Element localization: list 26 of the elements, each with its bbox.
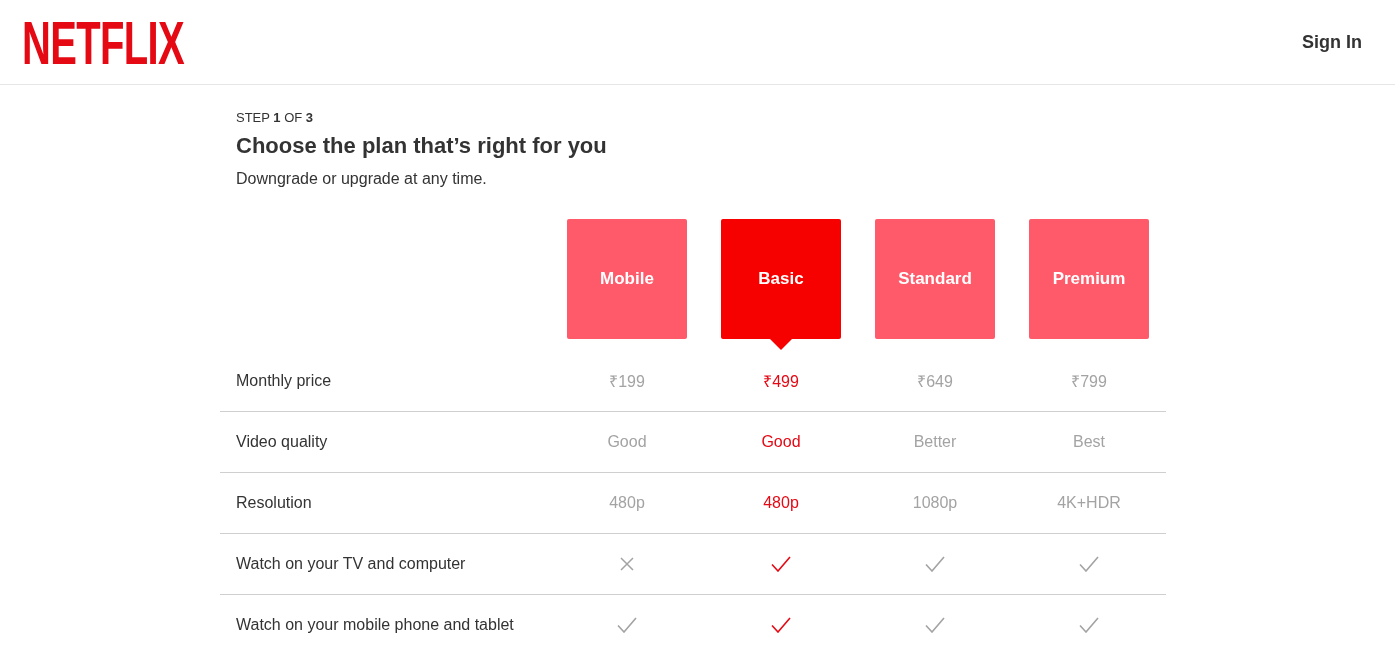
feature-label: Resolution bbox=[235, 494, 312, 512]
feature-value: 1080p bbox=[912, 494, 958, 512]
feature-value: ₹499 bbox=[763, 372, 799, 392]
feature-label: Video quality bbox=[235, 433, 328, 451]
feature-value: Good bbox=[607, 433, 647, 451]
page-subtitle: Downgrade or upgrade at any time. bbox=[236, 169, 487, 189]
site-logo[interactable]: NETFLIX bbox=[22, 12, 184, 74]
feature-value: 480p bbox=[609, 494, 645, 512]
feature-value: Good bbox=[761, 433, 801, 451]
step-indicator: STEP 1 OF 3 bbox=[236, 110, 314, 126]
feature-value: ₹799 bbox=[1071, 372, 1107, 392]
feature-value: ₹649 bbox=[917, 372, 953, 392]
feature-value: 480p bbox=[763, 494, 799, 512]
sign-in-link[interactable]: Sign In bbox=[1302, 31, 1362, 53]
feature-label: Watch on your mobile phone and tablet bbox=[235, 615, 514, 634]
page-title: Choose the plan that’s right for you bbox=[236, 132, 607, 160]
feature-value: 4K+HDR bbox=[1057, 494, 1121, 512]
feature-value: Best bbox=[1073, 433, 1105, 451]
plan-tile[interactable]: Basic bbox=[721, 219, 841, 339]
plan-tile[interactable]: Premium bbox=[1029, 219, 1149, 339]
feature-value: ₹199 bbox=[609, 372, 645, 392]
feature-value: Better bbox=[913, 433, 957, 451]
plan-tile[interactable]: Standard bbox=[875, 219, 995, 339]
feature-label: Monthly price bbox=[235, 372, 332, 390]
feature-label: Watch on your TV and computer bbox=[235, 555, 466, 573]
plan-tile[interactable]: Mobile bbox=[567, 219, 687, 339]
